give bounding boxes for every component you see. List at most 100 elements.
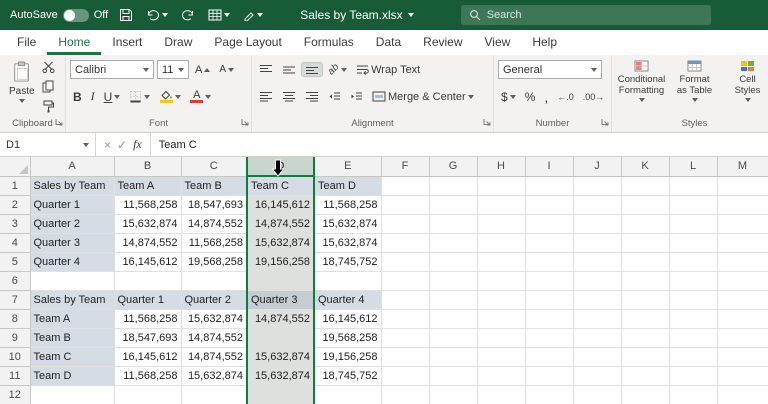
cell-I1[interactable] (525, 176, 574, 196)
cell-G11[interactable] (429, 366, 478, 386)
name-box[interactable]: D1 (0, 133, 96, 156)
cell-B9[interactable]: 18,547,693 (114, 328, 182, 348)
tab-home[interactable]: Home (47, 30, 102, 55)
cell-A3[interactable]: Quarter 2 (30, 214, 115, 234)
cancel-button[interactable]: × (104, 138, 111, 152)
cell-F7[interactable] (381, 290, 430, 310)
cell-H9[interactable] (477, 328, 526, 348)
cell-A11[interactable]: Team D (30, 366, 115, 386)
number-format-select[interactable]: General (498, 60, 602, 79)
search-input[interactable] (486, 9, 667, 21)
cell-H2[interactable] (477, 195, 526, 215)
cell-L9[interactable] (669, 328, 718, 348)
align-right-button[interactable] (302, 90, 322, 103)
tab-review[interactable]: Review (412, 30, 473, 55)
column-header-A[interactable]: A (30, 157, 115, 177)
cell-M3[interactable] (717, 214, 768, 234)
cell-B4[interactable]: 14,874,552 (114, 233, 182, 253)
cell-C7[interactable]: Quarter 2 (181, 290, 248, 310)
cell-A2[interactable]: Quarter 1 (30, 195, 115, 215)
cell-C10[interactable]: 14,874,552 (181, 347, 248, 367)
cell-H5[interactable] (477, 252, 526, 272)
underline-button[interactable]: U (101, 89, 124, 105)
column-header-F[interactable]: F (381, 157, 430, 177)
tab-page-layout[interactable]: Page Layout (203, 30, 292, 55)
alignment-dialog-launcher[interactable] (483, 117, 491, 129)
cell-I11[interactable] (525, 366, 574, 386)
cell-B11[interactable]: 11,568,258 (114, 366, 182, 386)
column-header-J[interactable]: J (573, 157, 622, 177)
table-tool-button[interactable] (206, 7, 232, 23)
cell-G3[interactable] (429, 214, 478, 234)
cell-M4[interactable] (717, 233, 768, 253)
cell-I12[interactable] (525, 385, 574, 404)
cell-B12[interactable] (114, 385, 182, 404)
cell-C6[interactable] (181, 271, 248, 291)
cell-A9[interactable]: Team B (30, 328, 115, 348)
cell-F5[interactable] (381, 252, 430, 272)
column-header-L[interactable]: L (669, 157, 718, 177)
font-size-select[interactable]: 11 (157, 60, 189, 79)
clipboard-dialog-launcher[interactable] (55, 117, 63, 129)
tab-draw[interactable]: Draw (153, 30, 203, 55)
accounting-format-button[interactable]: $ (498, 89, 519, 105)
cell-E12[interactable] (314, 385, 382, 404)
cell-B1[interactable]: Team A (114, 176, 182, 196)
cell-C11[interactable]: 15,632,874 (181, 366, 248, 386)
middle-align-button[interactable] (279, 63, 299, 76)
cell-C1[interactable]: Team B (181, 176, 248, 196)
tab-view[interactable]: View (474, 30, 522, 55)
cell-M2[interactable] (717, 195, 768, 215)
cell-B2[interactable]: 11,568,258 (114, 195, 182, 215)
cell-K8[interactable] (621, 309, 670, 329)
cell-C12[interactable] (181, 385, 248, 404)
cell-B5[interactable]: 16,145,612 (114, 252, 182, 272)
cell-A4[interactable]: Quarter 3 (30, 233, 115, 253)
italic-button[interactable]: I (88, 88, 98, 105)
cell-E1[interactable]: Team D (314, 176, 382, 196)
cell-I7[interactable] (525, 290, 574, 310)
cell-K7[interactable] (621, 290, 670, 310)
font-name-select[interactable]: Calibri (70, 60, 154, 79)
cell-M7[interactable] (717, 290, 768, 310)
cell-B8[interactable]: 11,568,258 (114, 309, 182, 329)
bottom-align-button[interactable] (301, 62, 323, 77)
row-header-3[interactable]: 3 (0, 214, 31, 234)
align-left-button[interactable] (256, 90, 276, 103)
decrease-decimal-button[interactable]: .00→ (580, 91, 608, 103)
cell-H7[interactable] (477, 290, 526, 310)
cell-G5[interactable] (429, 252, 478, 272)
cell-E8[interactable]: 16,145,612 (314, 309, 382, 329)
cell-I2[interactable] (525, 195, 574, 215)
cell-D4[interactable]: 15,632,874 (246, 233, 315, 253)
save-button[interactable] (117, 6, 135, 24)
cell-H4[interactable] (477, 233, 526, 253)
cell-M9[interactable] (717, 328, 768, 348)
column-header-G[interactable]: G (429, 157, 478, 177)
cell-C4[interactable]: 11,568,258 (181, 233, 248, 253)
cell-I8[interactable] (525, 309, 574, 329)
cell-C3[interactable]: 14,874,552 (181, 214, 248, 234)
cell-K1[interactable] (621, 176, 670, 196)
cell-A6[interactable] (30, 271, 115, 291)
redo-button[interactable] (179, 7, 197, 24)
cell-L6[interactable] (669, 271, 718, 291)
increase-decimal-button[interactable]: ←.0 (554, 91, 577, 103)
cell-H12[interactable] (477, 385, 526, 404)
cell-M1[interactable] (717, 176, 768, 196)
cell-E4[interactable]: 15,632,874 (314, 233, 382, 253)
row-header-8[interactable]: 8 (0, 309, 31, 329)
tab-help[interactable]: Help (521, 30, 568, 55)
cell-L1[interactable] (669, 176, 718, 196)
cell-K2[interactable] (621, 195, 670, 215)
copy-button[interactable] (42, 80, 55, 96)
cell-L5[interactable] (669, 252, 718, 272)
cell-L7[interactable] (669, 290, 718, 310)
column-header-K[interactable]: K (621, 157, 670, 177)
cell-J10[interactable] (573, 347, 622, 367)
conditional-formatting-button[interactable]: Conditional Formatting (616, 58, 667, 104)
select-all-button[interactable] (0, 157, 31, 177)
cell-L3[interactable] (669, 214, 718, 234)
cell-G8[interactable] (429, 309, 478, 329)
cell-K12[interactable] (621, 385, 670, 404)
